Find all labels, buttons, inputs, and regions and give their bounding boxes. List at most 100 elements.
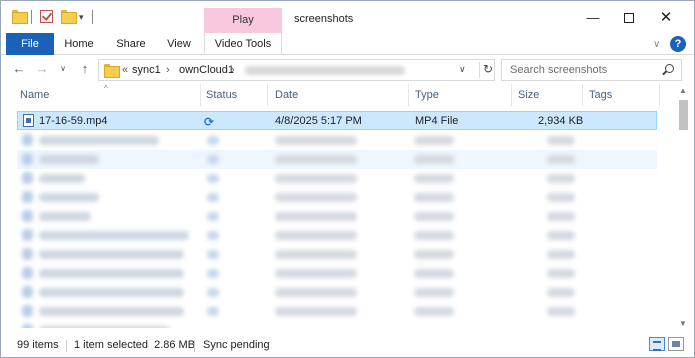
column-header-date[interactable]: Date bbox=[275, 89, 298, 101]
table-row[interactable] bbox=[17, 207, 657, 226]
ribbon-tabs: File Home Share View Video Tools bbox=[1, 33, 694, 55]
file-date: 4/8/2025 5:17 PM bbox=[275, 115, 362, 127]
forward-arrow-icon[interactable]: → bbox=[34, 60, 50, 78]
scroll-thumb[interactable] bbox=[679, 100, 688, 130]
redacted-content bbox=[39, 307, 184, 316]
redacted-content bbox=[414, 193, 454, 202]
table-row[interactable] bbox=[17, 302, 657, 321]
redacted-content bbox=[39, 136, 159, 145]
table-row[interactable] bbox=[17, 226, 657, 245]
scroll-up-icon[interactable]: ▲ bbox=[679, 86, 687, 95]
tab-home[interactable]: Home bbox=[59, 33, 99, 55]
redacted-content bbox=[207, 174, 219, 183]
redacted-content bbox=[39, 193, 99, 202]
context-tab-group[interactable]: Play bbox=[204, 8, 282, 33]
new-folder-icon[interactable] bbox=[61, 10, 77, 24]
context-tab-label[interactable]: Play bbox=[204, 14, 282, 26]
breadcrumb-owncloud1[interactable]: ownCloud1 bbox=[179, 64, 234, 76]
file-icon bbox=[22, 305, 33, 317]
navigation-bar: ← → ∨ ↑ « sync1 › ownCloud1 › ∨ ↻ Search… bbox=[1, 56, 694, 83]
tab-file[interactable]: File bbox=[6, 33, 54, 55]
redacted-content bbox=[275, 288, 357, 297]
redacted-content bbox=[414, 136, 454, 145]
breadcrumb-separator[interactable]: › bbox=[231, 64, 235, 76]
selection-info: 1 item selected 2.86 MB bbox=[74, 339, 196, 351]
search-icon[interactable] bbox=[662, 64, 674, 75]
divider bbox=[31, 10, 32, 24]
column-header-type[interactable]: Type bbox=[415, 89, 439, 101]
redacted-content bbox=[275, 307, 357, 316]
redacted-content bbox=[414, 155, 454, 164]
tab-share[interactable]: Share bbox=[111, 33, 151, 55]
minimize-button[interactable]: — bbox=[579, 7, 607, 29]
file-icon bbox=[22, 134, 33, 146]
tab-video-tools[interactable]: Video Tools bbox=[204, 33, 282, 55]
file-icon bbox=[22, 191, 33, 203]
breadcrumb-sync1[interactable]: sync1 bbox=[132, 64, 161, 76]
breadcrumb-separator[interactable]: › bbox=[166, 64, 170, 76]
address-dropdown-icon[interactable]: ∨ bbox=[459, 64, 466, 75]
table-row[interactable] bbox=[17, 150, 657, 169]
status-bar: 99 items 1 item selected 2.86 MB Sync pe… bbox=[1, 333, 694, 357]
table-row[interactable] bbox=[17, 283, 657, 302]
folder-icon[interactable] bbox=[12, 10, 28, 24]
redacted-content bbox=[547, 136, 575, 145]
video-file-icon bbox=[23, 114, 34, 127]
redacted-content bbox=[39, 174, 85, 183]
breadcrumb-redacted bbox=[245, 66, 405, 75]
up-arrow-icon[interactable]: ↑ bbox=[77, 60, 93, 78]
file-name[interactable]: 17-16-59.mp4 bbox=[39, 115, 108, 127]
table-row[interactable] bbox=[17, 188, 657, 207]
vertical-scrollbar[interactable]: ▲ ▼ bbox=[675, 84, 692, 332]
redacted-content bbox=[275, 155, 357, 164]
large-icons-view-icon[interactable] bbox=[668, 337, 684, 351]
redacted-content bbox=[547, 193, 575, 202]
file-type: MP4 File bbox=[415, 115, 459, 127]
search-box[interactable]: Search screenshots bbox=[501, 59, 682, 81]
redacted-content bbox=[39, 212, 91, 221]
back-arrow-icon[interactable]: ← bbox=[11, 60, 27, 78]
table-row[interactable] bbox=[17, 321, 657, 328]
file-icon bbox=[22, 324, 33, 328]
column-divider[interactable] bbox=[582, 84, 583, 106]
chevron-down-icon[interactable]: ∨ bbox=[653, 39, 660, 50]
redacted-content bbox=[39, 326, 169, 328]
column-header-size[interactable]: Size bbox=[518, 89, 539, 101]
details-view-icon[interactable] bbox=[649, 337, 665, 351]
file-icon bbox=[22, 229, 33, 241]
properties-check-icon[interactable] bbox=[40, 10, 54, 24]
search-input[interactable]: Search screenshots bbox=[510, 64, 607, 76]
tab-view[interactable]: View bbox=[159, 33, 199, 55]
recent-locations-icon[interactable]: ∨ bbox=[55, 60, 71, 78]
breadcrumb-overflow[interactable]: « bbox=[122, 64, 128, 76]
redacted-content bbox=[275, 269, 357, 278]
column-divider[interactable] bbox=[267, 84, 268, 106]
column-header-tags[interactable]: Tags bbox=[589, 89, 612, 101]
redacted-content bbox=[547, 250, 575, 259]
window-title: screenshots bbox=[294, 13, 354, 25]
column-header-status[interactable]: Status bbox=[206, 89, 237, 101]
table-row[interactable] bbox=[17, 245, 657, 264]
table-row[interactable] bbox=[17, 264, 657, 283]
redacted-content bbox=[547, 155, 575, 164]
column-divider[interactable] bbox=[511, 84, 512, 106]
customize-toolbar-icon[interactable]: ▾ bbox=[79, 12, 93, 26]
close-button[interactable]: ✕ bbox=[652, 7, 680, 29]
redacted-content bbox=[275, 212, 357, 221]
column-divider[interactable] bbox=[200, 84, 201, 106]
table-row[interactable]: 17-16-59.mp4 ⟳ 4/8/2025 5:17 PM MP4 File… bbox=[17, 111, 657, 130]
table-row[interactable] bbox=[17, 169, 657, 188]
scroll-down-icon[interactable]: ▼ bbox=[679, 319, 687, 328]
redacted-content bbox=[207, 212, 219, 221]
divider bbox=[92, 10, 93, 24]
column-header-name[interactable]: Name bbox=[20, 89, 49, 101]
table-row[interactable] bbox=[17, 131, 657, 150]
address-bar[interactable]: « sync1 › ownCloud1 › ∨ ↻ bbox=[98, 59, 495, 81]
redacted-content bbox=[207, 288, 219, 297]
help-icon[interactable]: ? bbox=[670, 36, 686, 52]
refresh-icon[interactable]: ↻ bbox=[479, 62, 496, 78]
column-divider[interactable] bbox=[659, 84, 660, 106]
redacted-content bbox=[414, 288, 454, 297]
maximize-button[interactable] bbox=[615, 7, 643, 29]
column-divider[interactable] bbox=[408, 84, 409, 106]
